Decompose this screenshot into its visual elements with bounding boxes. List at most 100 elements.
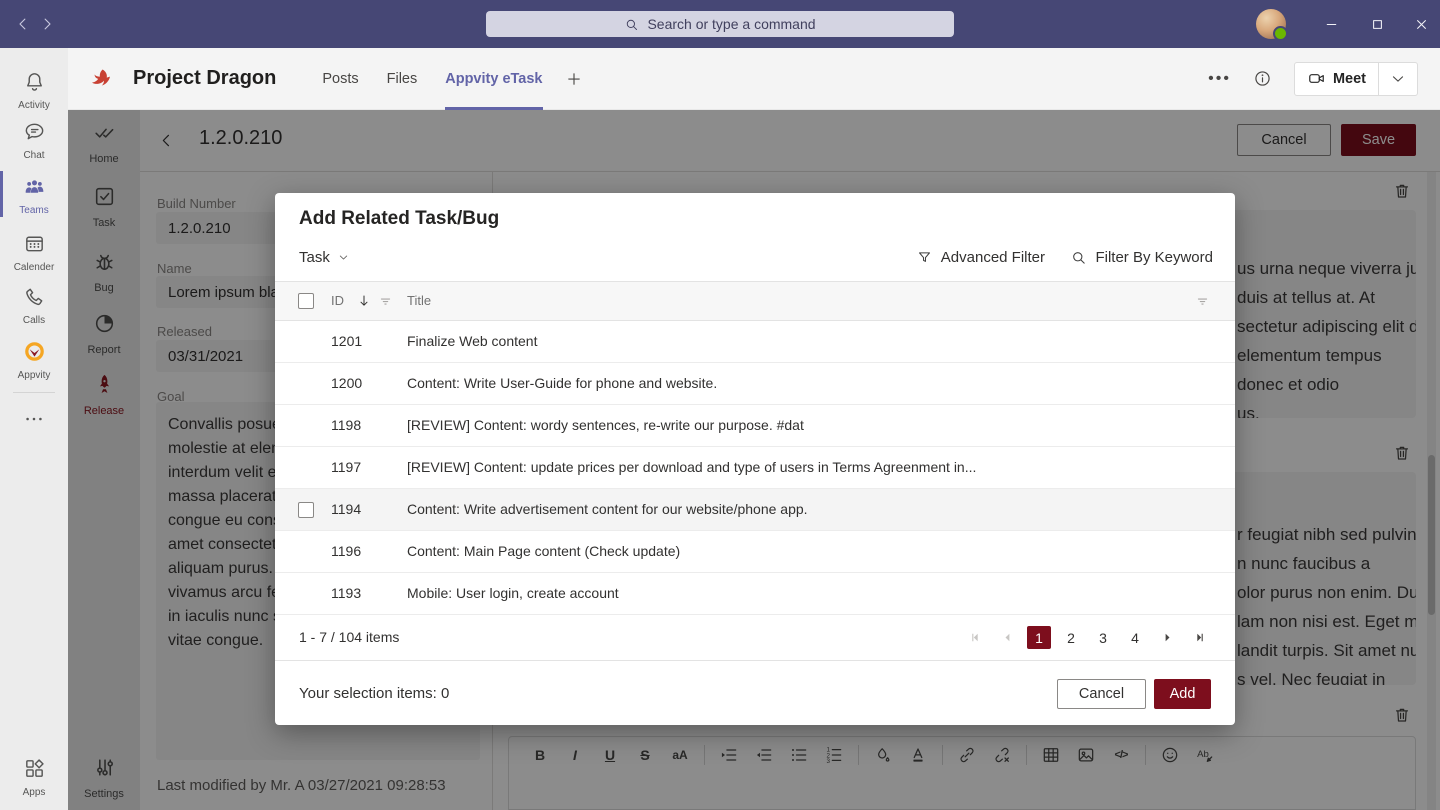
back-icon[interactable] (14, 15, 32, 33)
titlebar: Search or type a command (0, 0, 1440, 48)
rail-item-activity[interactable]: Activity (0, 70, 68, 111)
page-button-3[interactable]: 3 (1091, 626, 1115, 649)
column-filter-icon[interactable] (378, 294, 393, 309)
appvity-icon (23, 340, 46, 363)
tab-appvity-etask[interactable]: Appvity eTask (431, 48, 556, 110)
page-button-2[interactable]: 2 (1059, 626, 1083, 649)
avatar[interactable] (1256, 9, 1286, 39)
dialog-title: Add Related Task/Bug (299, 208, 499, 230)
first-page-button[interactable] (963, 626, 987, 650)
type-dropdown-value: Task (299, 249, 330, 266)
title-column-header: Title (407, 282, 431, 320)
selection-summary: Your selection items: 0 (299, 685, 449, 702)
tab-posts[interactable]: Posts (308, 48, 372, 110)
id-column-header: ID (331, 282, 344, 320)
last-page-button-icon (1192, 630, 1207, 645)
rail-item-label: Apps (0, 787, 68, 798)
meet-button[interactable]: Meet (1294, 62, 1418, 96)
page-button-4[interactable]: 4 (1123, 626, 1147, 649)
close-button[interactable] (1398, 0, 1440, 48)
row-title: Content: Write User-Guide for phone and … (407, 363, 1211, 404)
minimize-button[interactable] (1308, 0, 1354, 48)
rail-divider (13, 392, 55, 393)
rail-item-teams[interactable]: Teams (0, 175, 68, 216)
apps-icon (23, 757, 46, 780)
row-checkbox[interactable] (298, 502, 314, 518)
table-header: ID Title (275, 281, 1235, 321)
dialog-add-button[interactable]: Add (1154, 679, 1211, 709)
column-filter-icon[interactable] (1195, 294, 1210, 309)
row-id: 1197 (331, 447, 361, 488)
row-title: Content: Write advertisement content for… (407, 489, 1211, 530)
rail-item-calls[interactable]: Calls (0, 285, 68, 326)
select-all-checkbox[interactable] (298, 293, 314, 309)
type-dropdown[interactable]: Task (299, 249, 350, 266)
rail-item-label: Teams (0, 205, 68, 216)
row-title: Content: Main Page content (Check update… (407, 531, 1211, 572)
row-title: [REVIEW] Content: update prices per down… (407, 447, 1211, 488)
funnel-icon (916, 249, 933, 266)
calls-icon (23, 285, 46, 308)
advanced-filter-button[interactable]: Advanced Filter (916, 249, 1045, 266)
team-logo-icon (88, 66, 114, 92)
table-row[interactable]: 1196Content: Main Page content (Check up… (275, 531, 1235, 573)
more-options-icon[interactable]: ••• (1208, 70, 1231, 88)
filter-by-keyword-button[interactable]: Filter By Keyword (1070, 249, 1213, 266)
table-row[interactable]: 1197 [REVIEW] Content: update prices per … (275, 447, 1235, 489)
last-page-button[interactable] (1187, 626, 1211, 650)
sort-descending-icon[interactable] (356, 293, 372, 309)
next-page-button[interactable] (1155, 626, 1179, 650)
advanced-filter-label: Advanced Filter (941, 249, 1045, 266)
rail-item-calender[interactable]: Calender (0, 232, 68, 273)
tab-files[interactable]: Files (373, 48, 432, 110)
rail-item-chat[interactable]: Chat (0, 120, 68, 161)
filter-keyword-label: Filter By Keyword (1095, 249, 1213, 266)
teams-window: Search or type a command Apps Activity Ch… (0, 0, 1440, 810)
header-actions: ••• Meet (1208, 62, 1440, 96)
info-icon[interactable] (1253, 69, 1272, 88)
chevron-down-icon[interactable] (1379, 70, 1417, 88)
minimize-icon (1323, 16, 1340, 33)
rail-item-appvity[interactable]: Appvity (0, 340, 68, 381)
table-row[interactable]: 1201 Finalize Web content (275, 321, 1235, 363)
table-row[interactable]: 1198[REVIEW] Content: wordy sentences, r… (275, 405, 1235, 447)
page-button-1[interactable]: 1 (1027, 626, 1051, 649)
row-id: 1193 (331, 573, 361, 614)
meet-label: Meet (1333, 71, 1378, 87)
forward-icon[interactable] (38, 15, 56, 33)
dialog-cancel-button[interactable]: Cancel (1057, 679, 1146, 709)
items-summary: 1 - 7 / 104 items (299, 615, 399, 660)
add-tab-icon[interactable] (565, 70, 583, 88)
camera-icon (1307, 69, 1326, 88)
maximize-button[interactable] (1354, 0, 1400, 48)
search-icon (624, 17, 639, 32)
row-title: [REVIEW] Content: wordy sentences, re-wr… (407, 405, 1211, 446)
maximize-icon (1369, 16, 1386, 33)
next-page-button-icon (1160, 630, 1175, 645)
table-row[interactable]: 1193 Mobile: User login, create account (275, 573, 1235, 615)
more-icon (23, 408, 45, 430)
channel-tabs: PostsFilesAppvity eTask (308, 48, 556, 110)
team-name: Project Dragon (133, 67, 276, 90)
row-title: Mobile: User login, create account (407, 573, 1211, 614)
rail-item-apps[interactable]: Apps (0, 757, 68, 798)
table-row[interactable]: 1194Content: Write advertisement content… (275, 489, 1235, 531)
task-table: 1201 Finalize Web content 1200 Content: Wri… (275, 321, 1235, 615)
first-page-button-icon (968, 630, 983, 645)
add-related-task-dialog: Add Related Task/Bug Task Advanced Filte… (275, 193, 1235, 725)
rail-item-label: Chat (0, 150, 68, 161)
active-indicator (0, 171, 3, 217)
rail-item-label: Activity (0, 100, 68, 111)
search-input[interactable]: Search or type a command (486, 11, 954, 37)
table-row[interactable]: 1200 Content: Write User-Guide for phone … (275, 363, 1235, 405)
row-id: 1200 (331, 363, 362, 404)
search-placeholder: Search or type a command (647, 16, 815, 32)
rail-item-label: Calender (0, 262, 68, 273)
rail-item-label: Calls (0, 315, 68, 326)
rail-item-label: Appvity (0, 370, 68, 381)
previous-page-button[interactable] (995, 626, 1019, 650)
pagination-bar: 1 - 7 / 104 items 1234 (275, 615, 1235, 661)
row-id: 1201 (331, 321, 362, 362)
row-title: Finalize Web content (407, 321, 1211, 362)
more-apps-button[interactable] (0, 408, 68, 435)
